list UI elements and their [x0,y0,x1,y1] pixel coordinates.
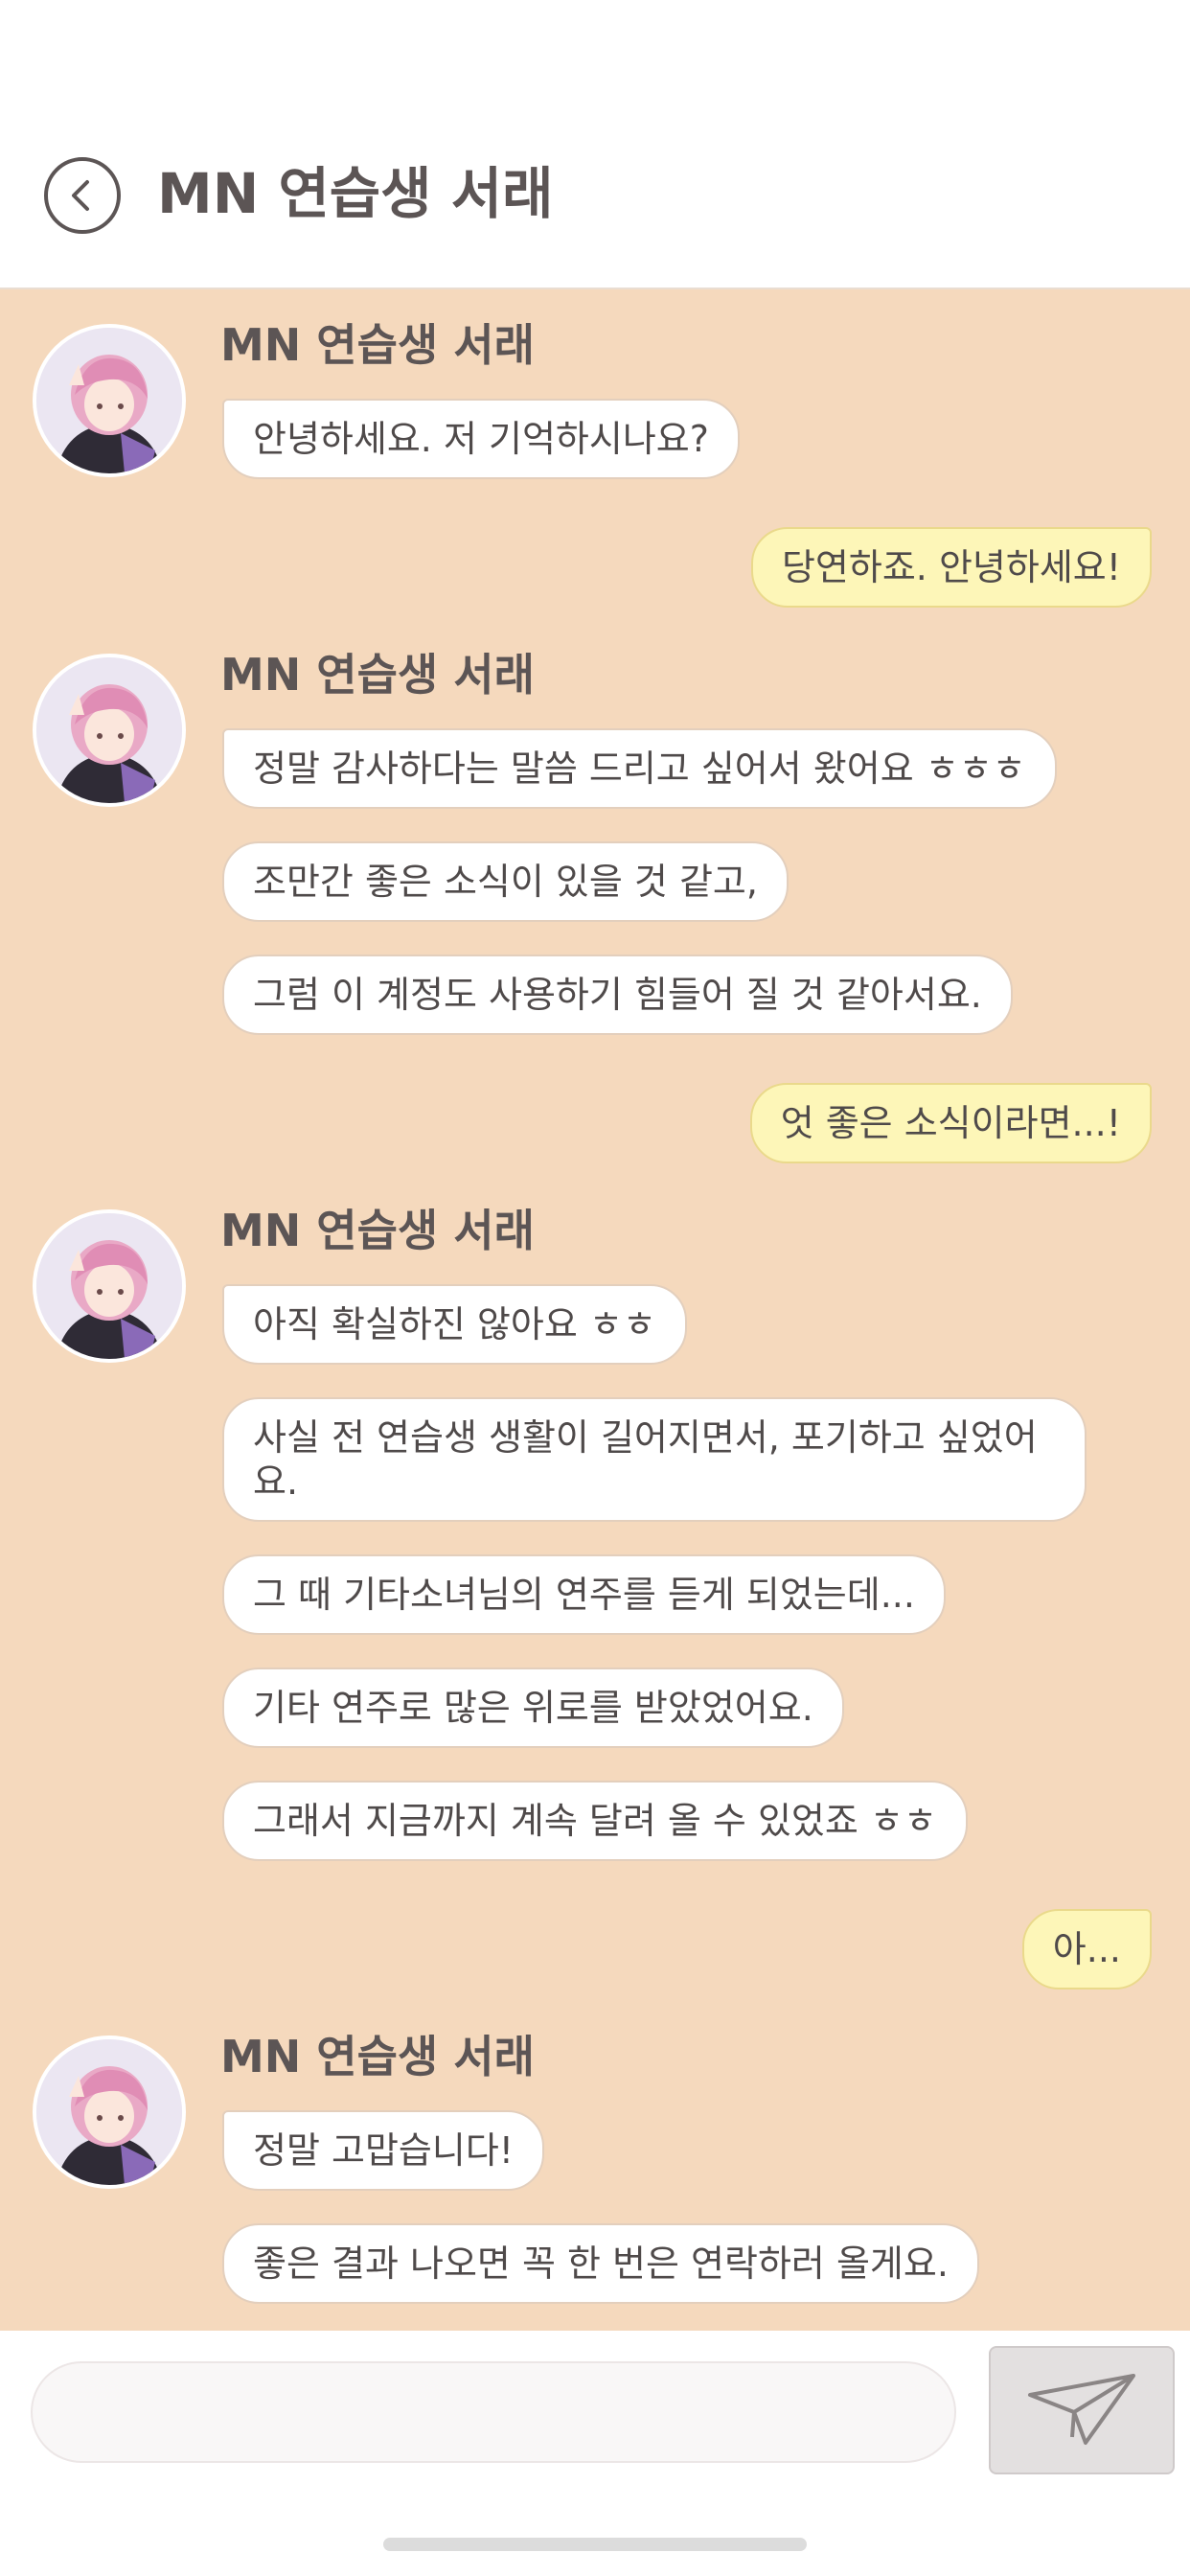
message-bubble: 아직 확실하진 않아요 ㅎㅎ [222,1284,687,1365]
back-button[interactable] [44,157,121,234]
composer-bar [0,2331,1190,2576]
chat-header: MN 연습생 서래 [0,0,1190,289]
sender-name: MN 연습생 서래 [220,1205,535,1256]
avatar[interactable] [33,2036,186,2189]
message-bubble: 안녕하세요. 저 기억하시나요? [222,399,740,479]
message-bubble-outgoing: 엇 좋은 소식이라면...! [749,1083,1152,1163]
paper-plane-icon [1026,2370,1137,2450]
sender-name: MN 연습생 서래 [220,2031,535,2082]
message-input[interactable] [31,2361,956,2463]
message-bubble: 그래서 지금까지 계속 달려 올 수 있었죠 ㅎㅎ [222,1781,968,1861]
message-bubble: 좋은 결과 나오면 꼭 한 번은 연락하러 올게요. [222,2223,979,2304]
message-bubble: 그 때 기타소녀님의 연주를 듣게 되었는데... [222,1554,946,1635]
message-bubble: 그럼 이 계정도 사용하기 힘들어 질 것 같아서요. [222,954,1013,1035]
chevron-left-icon [63,176,102,215]
sender-name: MN 연습생 서래 [220,649,535,701]
message-bubble-outgoing: 아... [1021,1909,1152,1990]
message-bubble: 조만간 좋은 소식이 있을 것 같고, [222,841,789,922]
avatar[interactable] [33,654,186,807]
sender-name: MN 연습생 서래 [220,319,535,371]
avatar[interactable] [33,1209,186,1363]
message-bubble: 기타 연주로 많은 위로를 받았었어요. [222,1668,844,1748]
chat-area[interactable]: MN 연습생 서래 안녕하세요. 저 기억하시나요? 당연하죠. 안녕하세요! … [0,289,1190,2331]
message-bubble-outgoing: 당연하죠. 안녕하세요! [750,527,1152,608]
avatar[interactable] [33,324,186,477]
page-title: MN 연습생 서래 [157,161,554,226]
message-bubble: 정말 고맙습니다! [222,2110,545,2191]
message-bubble: 정말 감사하다는 말씀 드리고 싶어서 왔어요 ㅎㅎㅎ [222,728,1057,809]
message-bubble: 사실 전 연습생 생활이 길어지면서, 포기하고 싶었어요. [222,1397,1087,1522]
home-indicator[interactable] [383,2538,807,2551]
send-button[interactable] [989,2346,1175,2474]
